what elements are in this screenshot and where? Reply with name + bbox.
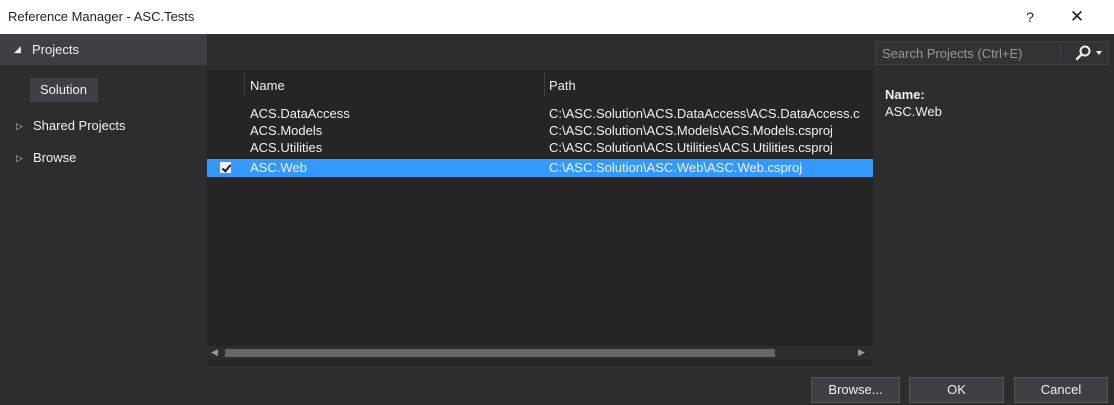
checkmark-icon xyxy=(220,162,231,173)
chevron-down-icon[interactable] xyxy=(1096,51,1102,55)
horizontal-scrollbar[interactable]: ◀ ▶ xyxy=(207,346,873,360)
list-toolbar-strip xyxy=(207,34,873,70)
nav-shared-projects-label: Shared Projects xyxy=(33,118,126,133)
nav-shared-projects[interactable]: ▷ Shared Projects xyxy=(0,114,207,138)
table-row[interactable]: ACS.Utilities C:\ASC.Solution\ACS.Utilit… xyxy=(207,140,873,156)
row-path: C:\ASC.Solution\ACS.Models\ACS.Models.cs… xyxy=(549,123,833,138)
column-divider[interactable] xyxy=(544,72,545,96)
nav-browse-label: Browse xyxy=(33,150,77,165)
nav-projects-label: Projects xyxy=(32,42,79,57)
table-row[interactable]: ACS.Models C:\ASC.Solution\ACS.Models\AC… xyxy=(207,123,873,139)
project-list: Name Path ACS.DataAccess C:\ASC.Solution… xyxy=(207,70,873,366)
column-header-path[interactable]: Path xyxy=(549,78,576,93)
scrollbar-thumb[interactable] xyxy=(225,349,775,357)
scroll-left-icon[interactable]: ◀ xyxy=(211,347,218,358)
collapsed-triangle-icon: ▷ xyxy=(16,153,23,163)
window-title: Reference Manager - ASC.Tests xyxy=(8,9,195,24)
row-path: C:\ASC.Solution\ACS.Utilities\ACS.Utilit… xyxy=(549,140,833,155)
cancel-button[interactable]: Cancel xyxy=(1014,377,1108,403)
search-icon[interactable] xyxy=(1072,44,1094,62)
column-divider[interactable] xyxy=(244,72,245,96)
button-bar: Browse... OK Cancel xyxy=(0,366,1114,405)
nav-browse[interactable]: ▷ Browse xyxy=(0,146,207,170)
title-bar: Reference Manager - ASC.Tests ? ✕ xyxy=(0,0,1114,34)
search-divider xyxy=(1060,44,1061,62)
row-name: ACS.Utilities xyxy=(250,140,323,155)
row-name: ACS.Models xyxy=(250,123,323,138)
row-checkbox[interactable] xyxy=(220,162,231,173)
detail-name-label: Name: xyxy=(885,87,925,102)
row-path: C:\ASC.Solution\ACS.DataAccess\ACS.DataA… xyxy=(549,106,860,121)
list-header: Name Path xyxy=(207,70,873,106)
row-path: C:\ASC.Solution\ASC.Web\ASC.Web.csproj xyxy=(549,160,803,175)
row-name: ASC.Web xyxy=(250,160,307,175)
scroll-right-icon[interactable]: ▶ xyxy=(858,347,865,358)
expanded-triangle-icon: ◢ xyxy=(14,44,21,54)
nav-solution[interactable]: Solution xyxy=(30,78,98,102)
column-header-name[interactable]: Name xyxy=(250,78,285,93)
ok-button[interactable]: OK xyxy=(909,377,1004,403)
details-pane: Search Projects (Ctrl+E) Name: ASC.Web xyxy=(873,34,1114,366)
nav-projects[interactable]: ◢ Projects xyxy=(0,34,207,65)
table-row[interactable]: ACS.DataAccess C:\ASC.Solution\ACS.DataA… xyxy=(207,106,873,122)
browse-button[interactable]: Browse... xyxy=(811,377,900,403)
table-row-selected[interactable]: ASC.Web C:\ASC.Solution\ASC.Web\ASC.Web.… xyxy=(207,159,873,177)
collapsed-triangle-icon: ▷ xyxy=(16,121,23,131)
search-input[interactable]: Search Projects (Ctrl+E) xyxy=(882,46,1023,61)
row-name: ACS.DataAccess xyxy=(250,106,350,121)
search-box[interactable]: Search Projects (Ctrl+E) xyxy=(875,41,1109,65)
close-button[interactable]: ✕ xyxy=(1064,5,1090,29)
detail-name-value: ASC.Web xyxy=(885,104,942,119)
help-button[interactable]: ? xyxy=(1018,6,1042,28)
navigation-pane: ◢ Projects Solution ▷ Shared Projects ▷ … xyxy=(0,34,207,366)
